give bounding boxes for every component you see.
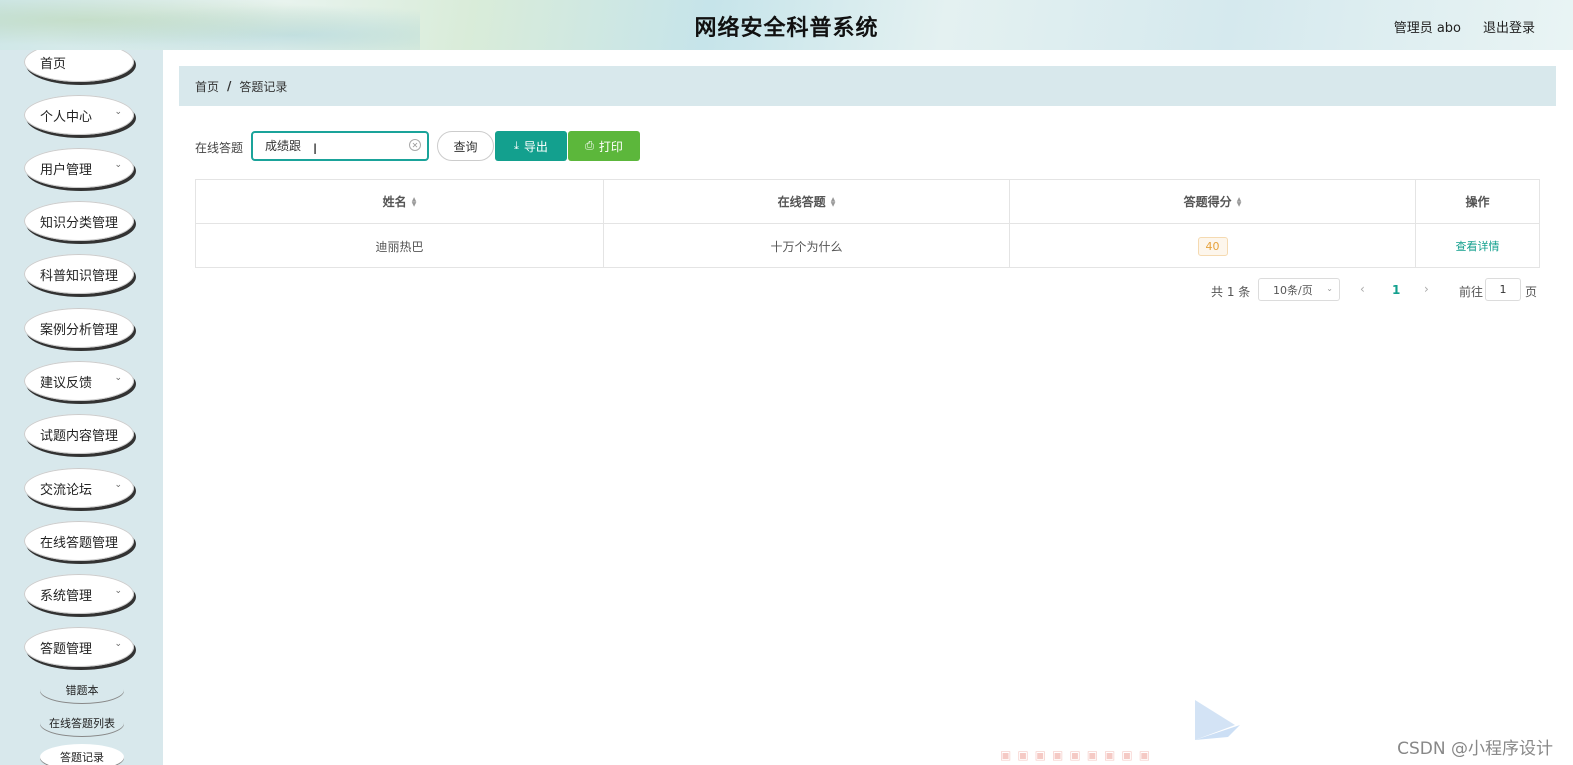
sidebar-item-system[interactable]: 系统管理 ⌄ — [24, 574, 134, 614]
sidebar-subitem-quiz-list[interactable]: 在线答题列表 — [40, 710, 124, 736]
column-header-name[interactable]: 姓名 ▲ ▼ — [196, 180, 604, 223]
app-title: 网络安全科普系统 — [694, 16, 879, 41]
sidebar-item-label: 试题内容管理 — [40, 428, 119, 444]
print-button-label: 打印 — [598, 139, 623, 154]
sidebar-item-label: 首页 — [40, 56, 67, 72]
chevron-down-icon: ⌄ — [1326, 284, 1333, 293]
cell-quiz: 十万个为什么 — [604, 224, 1010, 268]
chevron-down-icon: ⌄ — [114, 639, 122, 649]
sidebar-item-label: 在线答题管理 — [40, 535, 119, 551]
sort-icon[interactable]: ▲ ▼ — [412, 196, 417, 207]
sidebar-item-quiz-management[interactable]: 答题管理 ⌄ — [24, 627, 134, 667]
export-button-label: 导出 — [523, 139, 548, 154]
sidebar-item-label: 答题管理 — [40, 641, 93, 657]
cell-action: 查看详情 — [1416, 224, 1539, 268]
breadcrumb-current: 答题记录 — [239, 79, 288, 94]
next-page-icon[interactable]: › — [1424, 282, 1429, 296]
goto-page-input[interactable]: 1 — [1485, 278, 1521, 301]
print-button[interactable]: ⎙ 打印 — [568, 131, 640, 161]
sidebar-item-user-management[interactable]: 用户管理 ⌄ — [24, 148, 134, 188]
sidebar-subitem-label: 在线答题列表 — [49, 717, 115, 730]
search-input[interactable]: 成绩跟 — [251, 131, 429, 161]
cell-name: 迪丽热巴 — [196, 224, 604, 268]
page-unit-label: 页 — [1525, 285, 1538, 299]
sidebar: 首页 个人中心 ⌄ 用户管理 ⌄ 知识分类管理 科普知识管理 案例分析管理 建议… — [0, 50, 163, 765]
export-button[interactable]: ⤓ 导出 — [495, 131, 567, 161]
printer-icon: ⎙ — [585, 139, 594, 152]
sidebar-item-question-content[interactable]: 试题内容管理 — [24, 414, 134, 454]
column-header-label: 操作 — [1465, 195, 1490, 209]
chevron-down-icon: ⌄ — [114, 586, 122, 596]
breadcrumb: 首页 / 答题记录 — [179, 66, 1556, 106]
sidebar-item-online-quiz[interactable]: 在线答题管理 — [24, 521, 134, 561]
sort-icon[interactable]: ▲ ▼ — [831, 196, 836, 207]
ime-toolbar-icon: ▣▣▣▣▣▣▣▣▣ — [1000, 748, 1157, 762]
sidebar-item-label: 个人中心 — [40, 109, 93, 125]
clear-icon[interactable]: ✕ — [409, 139, 421, 151]
breadcrumb-separator: / — [227, 79, 232, 93]
query-button[interactable]: 查询 — [437, 131, 494, 161]
sort-icon[interactable]: ▲ ▼ — [1237, 196, 1242, 207]
column-header-label: 姓名 — [382, 195, 407, 209]
page-size-value: 10条/页 — [1273, 283, 1313, 297]
sidebar-item-label: 用户管理 — [40, 162, 93, 178]
sidebar-subitem-quiz-records[interactable]: 答题记录 — [40, 744, 124, 765]
table-header-row: 姓名 ▲ ▼ 在线答题 ▲ ▼ 答题得分 ▲ ▼ 操作 — [196, 180, 1539, 224]
column-header-label: 在线答题 — [777, 195, 826, 209]
chevron-down-icon: ⌄ — [114, 160, 122, 170]
text-cursor-icon: I — [313, 142, 318, 158]
sidebar-item-forum[interactable]: 交流论坛 ⌄ — [24, 468, 134, 508]
records-table: 姓名 ▲ ▼ 在线答题 ▲ ▼ 答题得分 ▲ ▼ 操作 迪丽热巴 十万个为什么 40 … — [195, 179, 1540, 268]
sidebar-subitem-wrong-book[interactable]: 错题本 — [40, 677, 124, 703]
breadcrumb-home[interactable]: 首页 — [195, 78, 219, 95]
view-details-link[interactable]: 查看详情 — [1456, 238, 1500, 254]
chevron-down-icon: ⌄ — [114, 107, 122, 117]
current-user: 管理员 abo — [1393, 21, 1461, 36]
sidebar-item-case-analysis[interactable]: 案例分析管理 — [24, 308, 134, 348]
sidebar-item-label: 建议反馈 — [40, 375, 93, 391]
goto-label: 前往 — [1459, 285, 1484, 299]
column-header-action: 操作 — [1416, 180, 1539, 223]
pagination-total: 共 1 条 — [1211, 285, 1251, 299]
sidebar-subitem-label: 错题本 — [65, 684, 99, 697]
sidebar-item-personal-center[interactable]: 个人中心 ⌄ — [24, 95, 134, 135]
chevron-down-icon: ⌄ — [114, 373, 122, 383]
sidebar-item-knowledge-category[interactable]: 知识分类管理 — [24, 201, 134, 241]
sidebar-item-knowledge[interactable]: 科普知识管理 — [24, 254, 134, 294]
sidebar-item-label: 科普知识管理 — [40, 268, 119, 284]
download-icon: ⤓ — [514, 139, 519, 152]
prev-page-icon[interactable]: ‹ — [1360, 282, 1365, 296]
sidebar-item-label: 交流论坛 — [40, 482, 93, 498]
chevron-down-icon: ⌄ — [114, 480, 122, 490]
page-number[interactable]: 1 — [1392, 283, 1400, 297]
header-bar: 网络安全科普系统 管理员 abo 退出登录 — [0, 0, 1573, 50]
logout-link[interactable]: 退出登录 — [1483, 17, 1535, 36]
sidebar-item-home[interactable]: 首页 — [24, 50, 134, 82]
sidebar-item-feedback[interactable]: 建议反馈 ⌄ — [24, 361, 134, 401]
table-row: 迪丽热巴 十万个为什么 40 查看详情 — [196, 224, 1539, 268]
watermark-logo-icon — [1195, 700, 1240, 740]
page-size-select[interactable]: 10条/页 ⌄ — [1258, 278, 1340, 301]
sidebar-subitem-label: 答题记录 — [60, 751, 104, 764]
sidebar-item-label: 知识分类管理 — [40, 215, 119, 231]
score-badge: 40 — [1197, 236, 1228, 256]
column-header-score[interactable]: 答题得分 ▲ ▼ — [1010, 180, 1416, 223]
column-header-label: 答题得分 — [1183, 195, 1232, 209]
watermark-text: CSDN @小程序设计 — [1397, 739, 1553, 759]
sidebar-item-label: 案例分析管理 — [40, 322, 119, 338]
column-header-quiz[interactable]: 在线答题 ▲ ▼ — [604, 180, 1010, 223]
cell-score: 40 — [1010, 224, 1416, 268]
sidebar-item-label: 系统管理 — [40, 588, 93, 604]
search-label: 在线答题 — [195, 141, 244, 155]
